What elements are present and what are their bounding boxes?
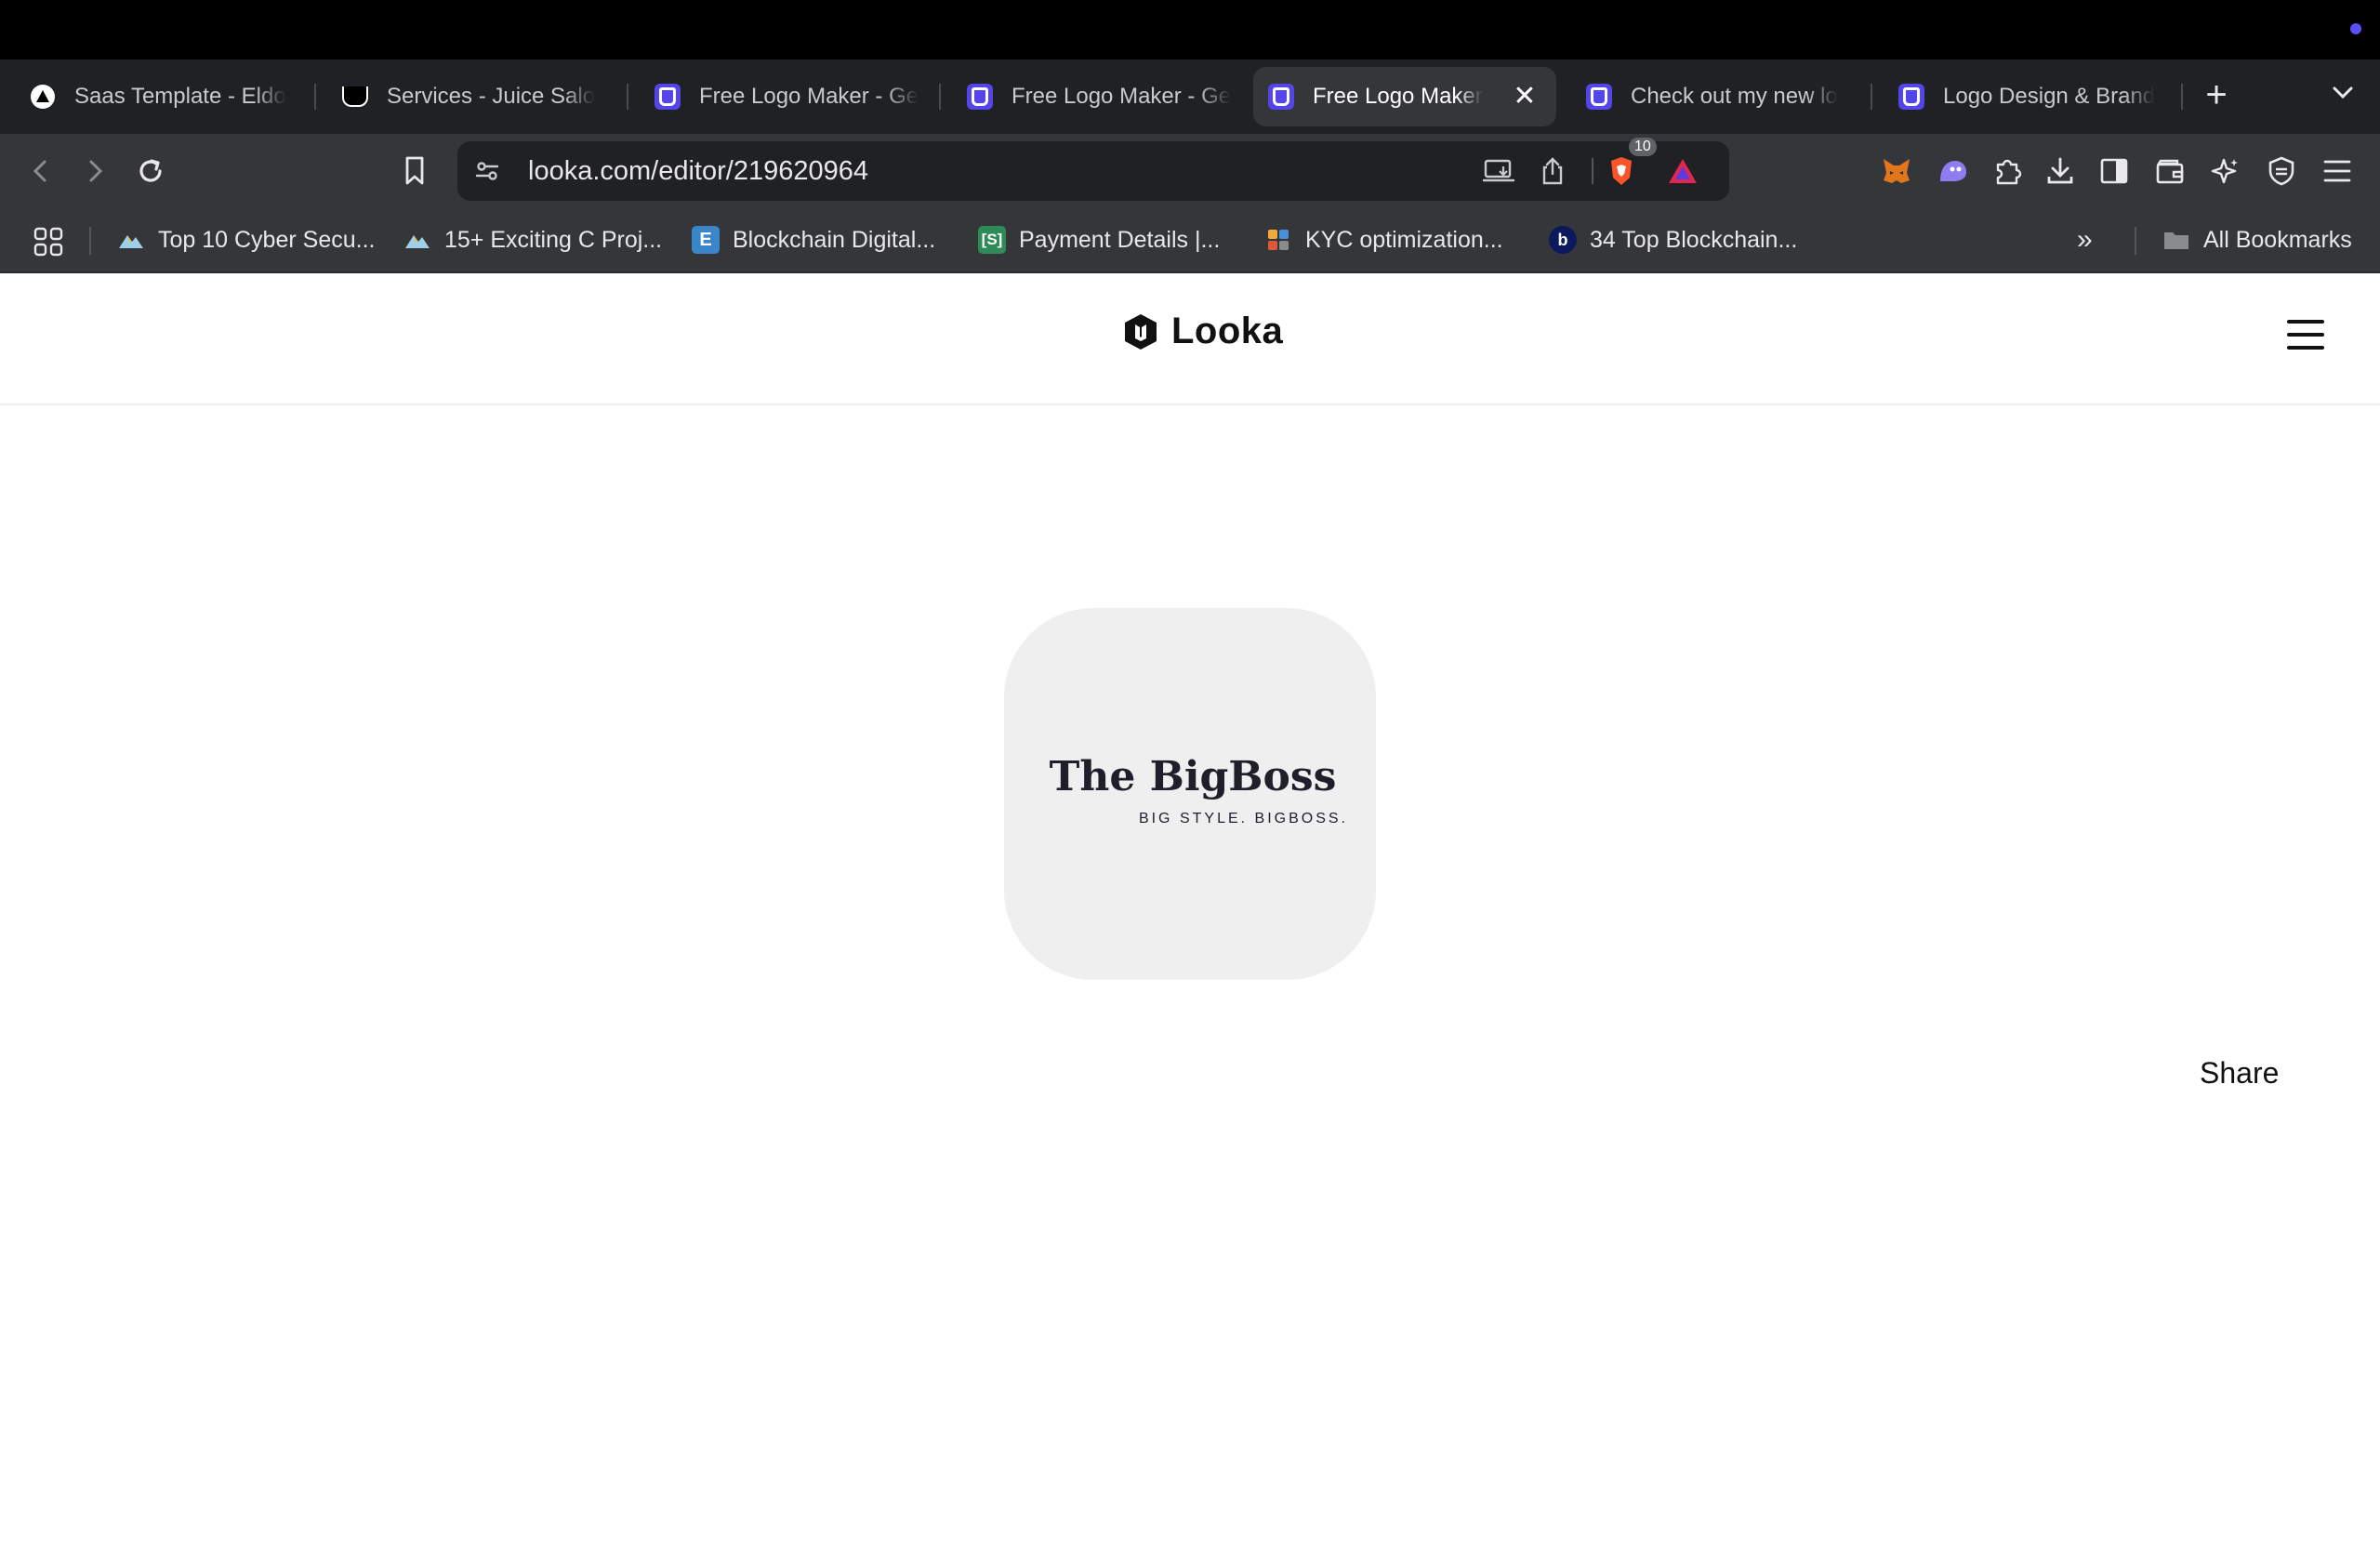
tab-free-logo-maker-1[interactable]: Free Logo Maker - Ge <box>640 67 928 126</box>
leo-ai-icon[interactable] <box>2207 152 2244 190</box>
tab-free-logo-maker-active[interactable]: Free Logo Maker ✕ <box>1253 67 1556 126</box>
apps-grid-icon[interactable] <box>30 223 67 260</box>
bookmark-kyc-optimization[interactable]: KYC optimization... <box>1264 221 1503 258</box>
triangle-icon <box>30 84 56 110</box>
url-text[interactable]: looka.com/editor/219620964 <box>528 156 868 187</box>
all-bookmarks-button[interactable]: All Bookmarks <box>2162 221 2352 258</box>
e-icon: E <box>692 226 720 254</box>
tab-label: Check out my new lo <box>1631 84 1838 109</box>
browser-toolbar: looka.com/editor/219620964 10 <box>0 134 2380 208</box>
tab-juice-salon[interactable]: Services - Juice Salo <box>327 67 615 126</box>
system-top-bar <box>0 0 2380 60</box>
status-dot-icon <box>2350 23 2361 34</box>
looka-header: Looka <box>0 273 2380 405</box>
mountain-icon <box>403 226 431 254</box>
tab-check-out-logo[interactable]: Check out my new lo <box>1571 67 1859 126</box>
bookmarks-bar: Top 10 Cyber Secu... 15+ Exciting C Proj… <box>0 208 2380 273</box>
looka-icon <box>1586 84 1612 110</box>
back-button[interactable] <box>22 152 60 190</box>
bookmark-label: 15+ Exciting C Proj... <box>444 226 663 253</box>
bookmark-label: 34 Top Blockchain... <box>1590 226 1798 253</box>
bookmark-cyber-security[interactable]: Top 10 Cyber Secu... <box>117 221 375 258</box>
bookmark-top-blockchain[interactable]: b 34 Top Blockchain... <box>1549 221 1797 258</box>
tab-divider <box>314 84 316 110</box>
new-tab-button[interactable]: + <box>2198 74 2235 119</box>
bookmark-label: Blockchain Digital... <box>733 226 936 253</box>
forward-button[interactable] <box>76 152 113 190</box>
omnibox-divider <box>1592 158 1593 184</box>
tab-divider <box>939 84 941 110</box>
tab-search-chevron-icon[interactable] <box>2324 78 2361 115</box>
brave-rewards-icon[interactable] <box>1664 152 1701 190</box>
looka-icon <box>654 84 681 110</box>
looka-logo-icon <box>1125 313 1157 350</box>
bookmark-blockchain-digital[interactable]: E Blockchain Digital... <box>692 221 935 258</box>
close-tab-icon[interactable]: ✕ <box>1510 82 1540 112</box>
brand-name: Looka <box>1171 311 1284 351</box>
shields-count-badge: 10 <box>1629 138 1657 156</box>
site-settings-icon[interactable] <box>469 152 506 190</box>
bookmark-page-button[interactable] <box>396 152 433 190</box>
address-bar[interactable]: looka.com/editor/219620964 10 <box>457 138 1729 201</box>
mountain-icon <box>117 226 145 254</box>
tab-divider <box>627 84 628 110</box>
tab-label: Free Logo Maker <box>1313 84 1483 109</box>
looka-brand[interactable]: Looka <box>1121 311 1283 352</box>
looka-icon <box>1898 84 1924 110</box>
tab-label: Services - Juice Salo <box>387 84 596 109</box>
tab-strip: Saas Template - Eldo Services - Juice Sa… <box>0 60 2380 134</box>
brave-shields-icon[interactable] <box>1603 152 1640 190</box>
b-icon: b <box>1549 226 1577 254</box>
share-button[interactable]: Share <box>2200 1051 2279 1095</box>
extensions-puzzle-icon[interactable] <box>1990 152 2027 190</box>
folder-icon <box>2162 226 2190 254</box>
logo-preview-card[interactable]: The BigBoss BIG STYLE. BIGBOSS. <box>1004 608 1376 980</box>
ghost-extension-icon[interactable] <box>1934 152 1971 190</box>
bookmarks-overflow-chevron-icon[interactable]: » <box>2077 221 2093 258</box>
browser-menu-icon[interactable] <box>2319 152 2356 190</box>
logo-tagline: BIG STYLE. BIGBOSS. <box>1138 811 1348 826</box>
looka-icon <box>1268 84 1294 110</box>
downloads-icon[interactable] <box>2042 152 2079 190</box>
bookmark-payment-details[interactable]: [S] Payment Details |... <box>978 221 1220 258</box>
bookmarks-divider <box>2135 227 2136 255</box>
bookmark-label: KYC optimization... <box>1305 226 1503 253</box>
bookmark-label: Top 10 Cyber Secu... <box>158 226 376 253</box>
bookmark-label: Payment Details |... <box>1019 226 1221 253</box>
share-page-icon[interactable] <box>1534 152 1571 190</box>
tab-label: Free Logo Maker - Ge <box>1012 84 1231 109</box>
tab-free-logo-maker-2[interactable]: Free Logo Maker - Ge <box>952 67 1231 126</box>
vpn-shield-icon[interactable] <box>2263 152 2300 190</box>
tab-divider <box>1871 84 1872 110</box>
hamburger-menu-icon[interactable] <box>2287 320 2324 350</box>
tab-label: Free Logo Maker - Ge <box>699 84 919 109</box>
install-app-icon[interactable] <box>1480 152 1517 190</box>
kyc-icon <box>1264 226 1292 254</box>
logo-title: The BigBoss <box>1049 753 1337 800</box>
reload-button[interactable] <box>132 152 169 190</box>
all-bookmarks-label: All Bookmarks <box>2203 226 2352 253</box>
tab-saas-template[interactable]: Saas Template - Eldo <box>15 67 303 126</box>
tab-label: Saas Template - Eldo <box>74 84 286 109</box>
tab-divider <box>2181 84 2183 110</box>
tab-logo-design-brand[interactable]: Logo Design & Brand <box>1884 67 2172 126</box>
sidebar-toggle-icon[interactable] <box>2096 152 2133 190</box>
wallet-icon[interactable] <box>2151 152 2188 190</box>
looka-icon <box>967 84 993 110</box>
bookmark-c-projects[interactable]: 15+ Exciting C Proj... <box>403 221 662 258</box>
bookmarks-divider <box>89 227 91 255</box>
dollar-icon: [S] <box>978 226 1006 254</box>
juice-icon <box>342 86 368 107</box>
metamask-extension-icon[interactable] <box>1878 152 1915 190</box>
tab-label: Logo Design & Brand <box>1943 84 2156 109</box>
